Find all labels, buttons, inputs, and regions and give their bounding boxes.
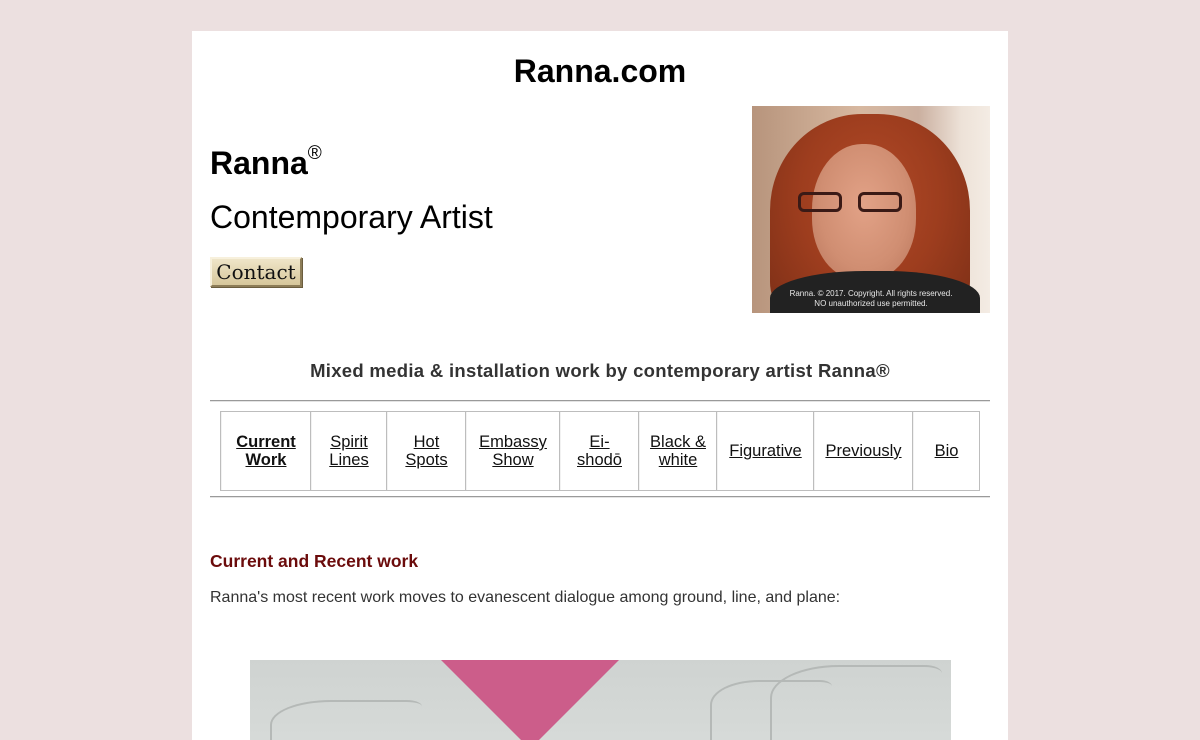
nav-divider-top xyxy=(210,400,990,402)
artist-role: Contemporary Artist xyxy=(210,199,493,235)
registered-mark: ® xyxy=(307,143,322,164)
nav-item-black-white[interactable]: Black & white xyxy=(639,412,717,490)
artist-portrait: Ranna. © 2017. Copyright. All rights res… xyxy=(752,106,990,313)
portrait-glasses xyxy=(798,192,902,214)
nav-item-embassy-show[interactable]: Embassy Show xyxy=(466,412,560,490)
artist-name-text: Ranna xyxy=(210,145,308,181)
artwork-line-2 xyxy=(770,665,942,740)
nav-item-spirit-lines[interactable]: Spirit Lines xyxy=(311,412,387,490)
page-container: Ranna.com Ranna® Contemporary Artist Con… xyxy=(192,31,1008,740)
nav-item-current-work[interactable]: Current Work xyxy=(221,412,311,490)
nav-item-bio[interactable]: Bio xyxy=(913,412,979,490)
nav-item-ei-shodo[interactable]: Ei-shodō xyxy=(560,412,639,490)
section-heading: Current and Recent work xyxy=(210,551,419,571)
nav-item-figurative[interactable]: Figurative xyxy=(717,412,814,490)
nav-divider-bottom xyxy=(210,496,990,498)
intro-text: Ranna's most recent work moves to evanes… xyxy=(210,589,841,606)
site-title: Ranna.com xyxy=(513,53,687,89)
artwork-line-3 xyxy=(270,700,422,740)
main-nav: Current Work Spirit Lines Hot Spots Embassy… xyxy=(220,411,980,491)
portrait-copyright: Ranna. © 2017. Copyright. All rights res… xyxy=(752,289,990,309)
artwork-image xyxy=(250,660,951,740)
nav-item-hot-spots[interactable]: Hot Spots xyxy=(387,412,466,490)
artist-name: Ranna® xyxy=(210,143,322,182)
contact-button[interactable]: Contact xyxy=(210,257,302,287)
nav-item-previously[interactable]: Previously xyxy=(814,412,913,490)
portrait-copyright-line1: Ranna. © 2017. Copyright. All rights res… xyxy=(789,289,953,298)
artwork-pink-plane xyxy=(431,660,629,740)
tagline: Mixed media & installation work by conte… xyxy=(310,360,890,381)
portrait-copyright-line2: NO unauthorized use permitted. xyxy=(814,299,928,308)
